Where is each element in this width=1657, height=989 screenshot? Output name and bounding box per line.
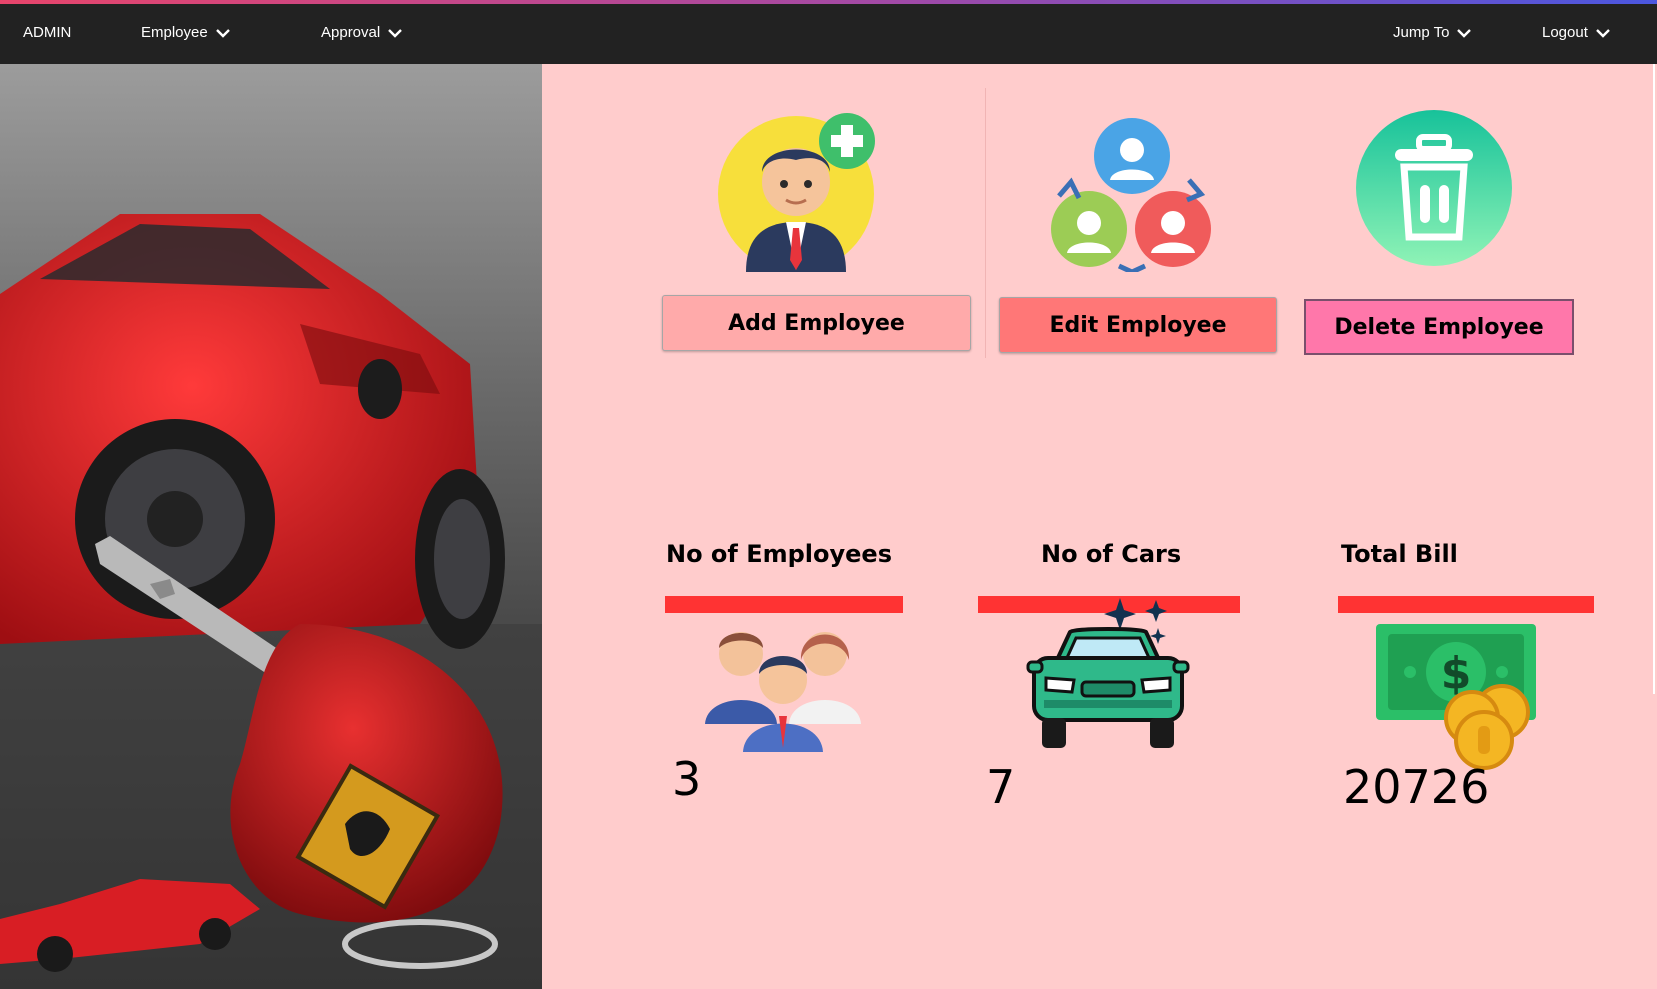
add-employee-icon[interactable] (716, 110, 878, 272)
edit-employee-label: Edit Employee (1049, 312, 1227, 338)
nav-employee-dropdown[interactable]: Employee (141, 24, 230, 41)
nav-logout-label: Logout (1542, 24, 1588, 41)
delete-employee-label: Delete Employee (1334, 314, 1544, 340)
nav-jump-to-dropdown[interactable]: Jump To (1393, 24, 1472, 41)
bill-stat-title: Total Bill (1341, 540, 1458, 568)
nav-approval-label: Approval (321, 24, 381, 41)
nav-employee-label: Employee (141, 24, 208, 41)
employees-stat-title: No of Employees (666, 540, 892, 568)
employees-stat-bar (665, 596, 903, 613)
nav-jump-to-label: Jump To (1393, 24, 1450, 41)
car-icon (1026, 598, 1190, 748)
cars-count: 7 (986, 760, 1016, 814)
add-employee-button[interactable]: Add Employee (662, 295, 971, 351)
total-bill-amount: 20726 (1343, 760, 1490, 814)
cars-stat-title: No of Cars (1041, 540, 1182, 568)
chevron-down-icon (1596, 28, 1610, 38)
employees-count: 3 (672, 752, 702, 806)
money-icon: $ (1376, 624, 1536, 770)
bill-stat-bar (1338, 596, 1594, 613)
chevron-down-icon (215, 28, 230, 38)
employees-group-icon (705, 632, 861, 752)
nav-logout-dropdown[interactable]: Logout (1542, 24, 1610, 41)
top-navbar: ADMIN Employee Approval Jump To Logout (0, 0, 1657, 64)
car-key-photo (0, 64, 542, 989)
chevron-down-icon (1457, 28, 1472, 38)
nav-approval-dropdown[interactable]: Approval (321, 24, 403, 41)
nav-brand-label: ADMIN (23, 24, 72, 41)
nav-brand-admin[interactable]: ADMIN (23, 24, 71, 41)
delete-employee-button[interactable]: Delete Employee (1304, 299, 1574, 355)
trash-icon[interactable] (1355, 109, 1513, 267)
chevron-down-icon (388, 28, 403, 38)
panel-divider (985, 88, 986, 358)
accent-line (0, 0, 1657, 4)
add-employee-label: Add Employee (728, 310, 905, 336)
scrollbar-edge (1653, 64, 1655, 694)
edit-employee-icon[interactable] (1049, 116, 1215, 272)
edit-employee-button[interactable]: Edit Employee (999, 297, 1277, 353)
